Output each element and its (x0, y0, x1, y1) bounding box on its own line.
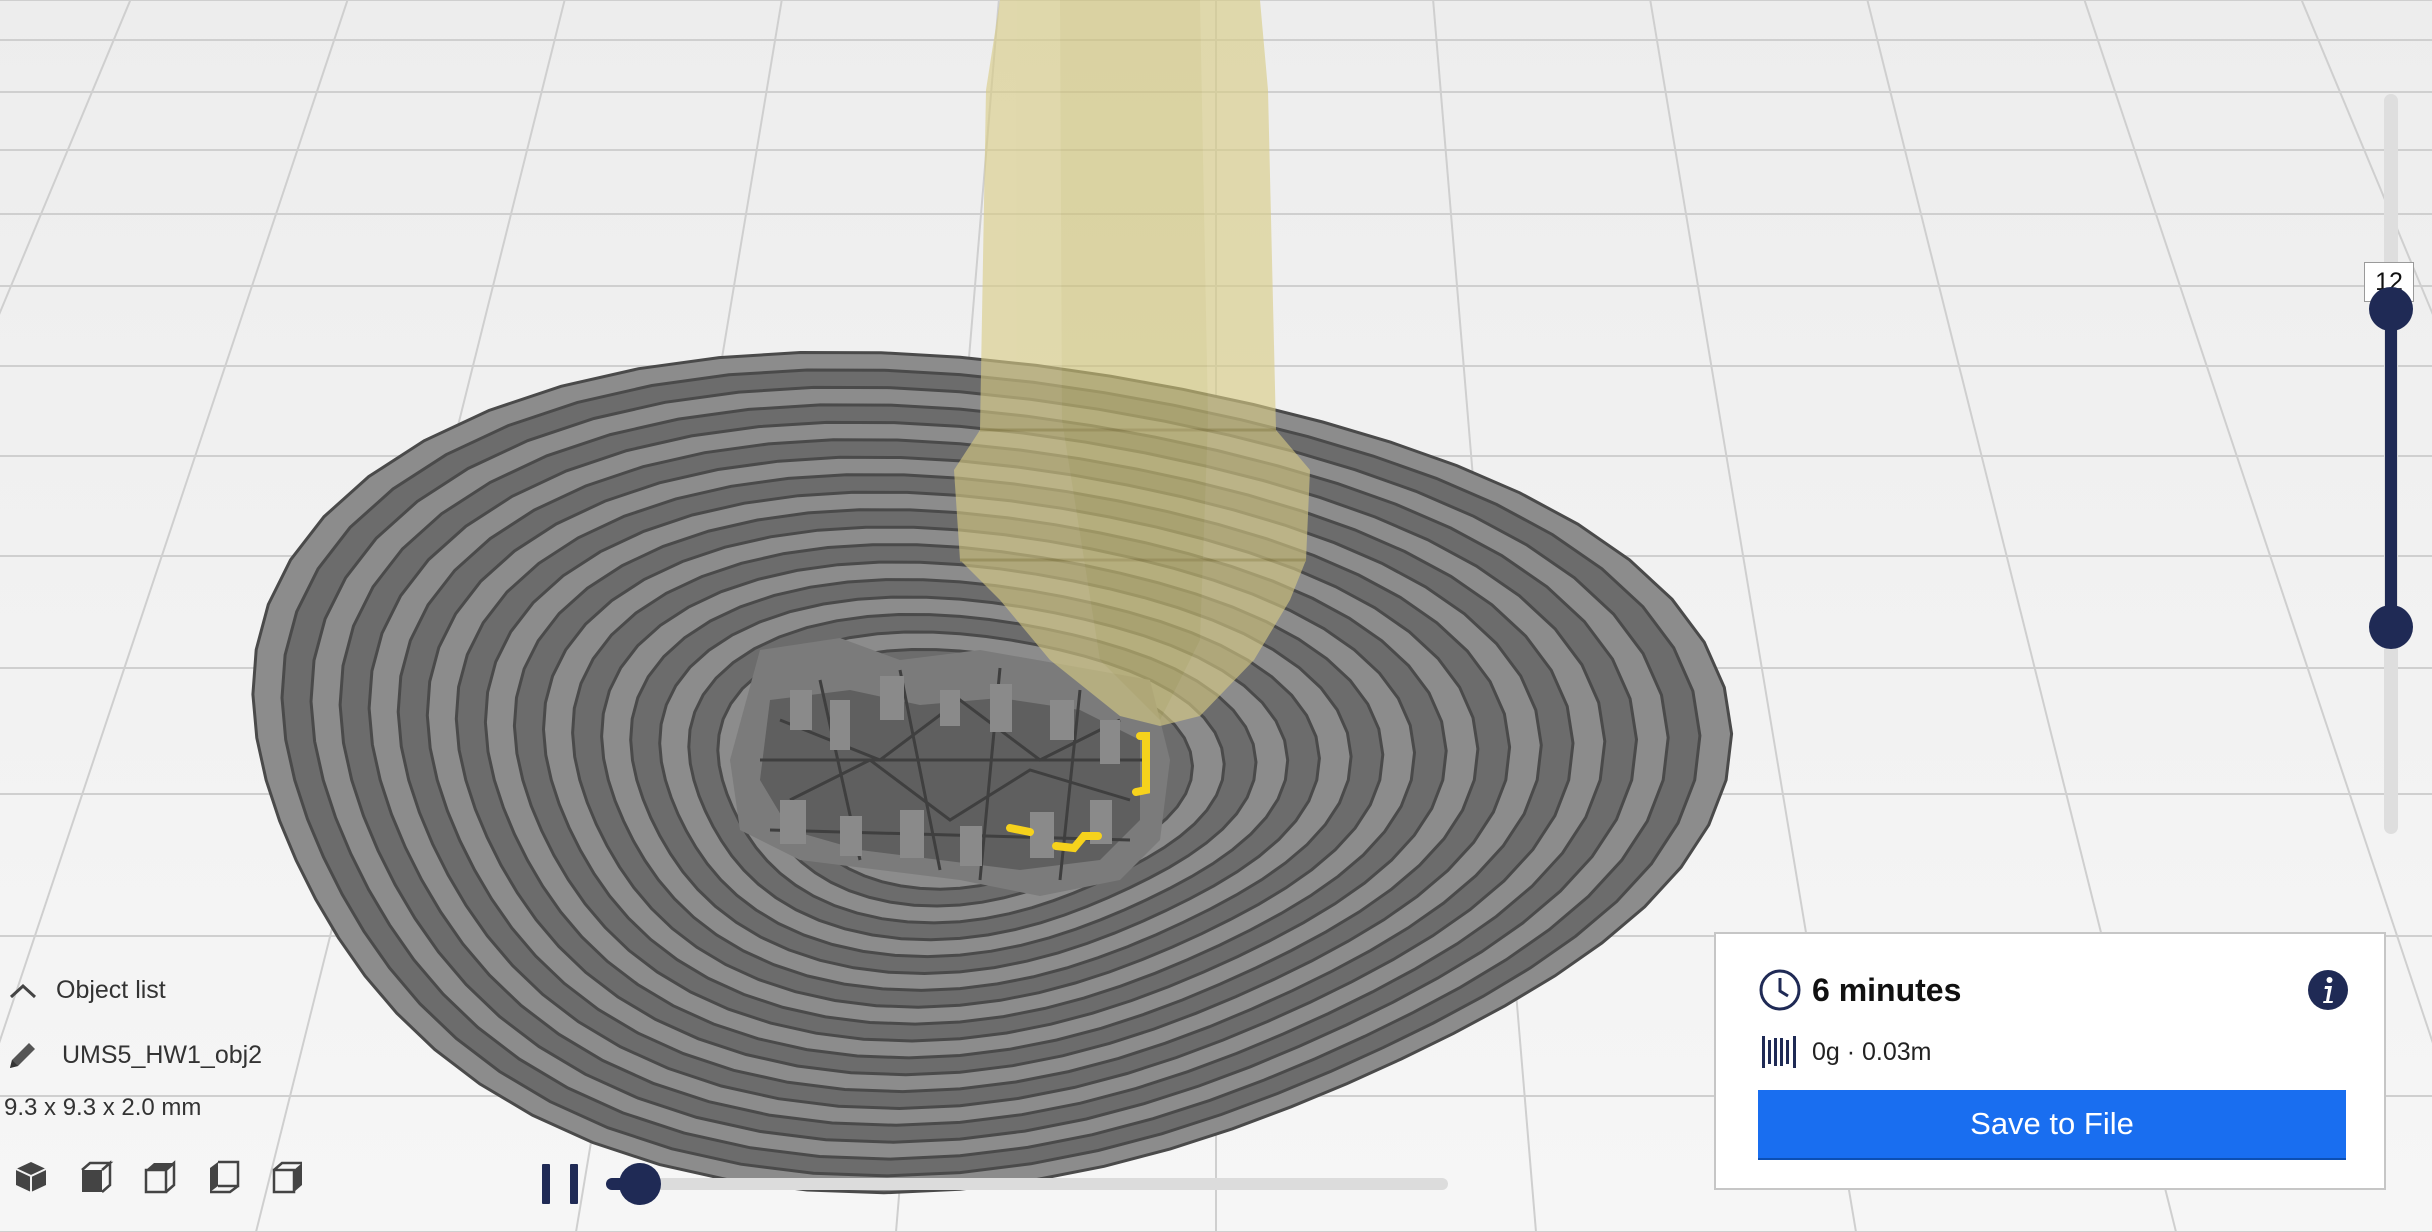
layer-slider-range (2385, 308, 2397, 627)
spool-icon (1762, 1036, 1796, 1068)
right-view-icon[interactable] (268, 1158, 306, 1196)
print-info-panel: 6 minutes 0g · 0.03m Save to File (1714, 932, 2386, 1190)
3d-view-icon[interactable] (12, 1158, 50, 1196)
layer-slider-upper-handle[interactable] (2369, 286, 2413, 331)
object-name-row[interactable]: UMS5_HW1_obj2 (6, 1038, 262, 1072)
object-name: UMS5_HW1_obj2 (62, 1040, 263, 1069)
object-dimensions: 9.3 x 9.3 x 2.0 mm (4, 1094, 202, 1121)
object-list-toggle[interactable]: Object list (8, 976, 166, 1005)
material-usage: 0g · 0.03m (1812, 1038, 1932, 1066)
front-view-icon[interactable] (76, 1158, 114, 1196)
save-to-file-button[interactable]: Save to File (1758, 1090, 2346, 1158)
print-time: 6 minutes (1812, 972, 1962, 1008)
view-orientation-buttons (12, 1158, 306, 1196)
top-view-icon[interactable] (140, 1158, 178, 1196)
chevron-up-icon (9, 983, 37, 998)
clock-icon (1759, 969, 1801, 1011)
pause-icon[interactable] (542, 1164, 578, 1204)
left-view-icon[interactable] (204, 1158, 242, 1196)
object-list-label: Object list (56, 976, 166, 1004)
info-icon[interactable] (2306, 968, 2350, 1012)
layer-slider-lower-handle[interactable] (2369, 604, 2413, 649)
simulation-timeline-handle[interactable] (618, 1163, 661, 1205)
pencil-icon (10, 1043, 35, 1068)
simulation-timeline-track[interactable] (606, 1178, 1448, 1190)
